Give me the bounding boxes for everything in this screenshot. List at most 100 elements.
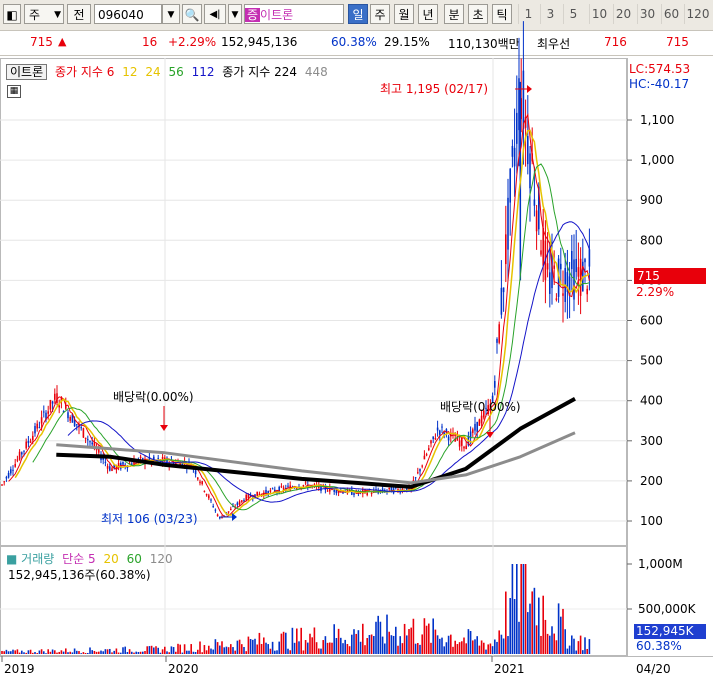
candle-body [256,491,258,496]
volume-bar [102,651,104,654]
candle-body [529,153,531,189]
volume-bar [47,649,49,654]
volume-bar [29,649,32,654]
candle-body [12,469,14,471]
candle-body [562,293,564,296]
volume-bar [223,647,225,654]
candle-body [84,437,87,440]
volume-bar [62,651,65,654]
candle-body [425,454,428,456]
volume-bar [430,642,432,654]
candle-body [533,199,536,206]
candle-body [80,427,82,429]
volume-bar [450,634,452,654]
y-tick-label: 1,100 [640,113,674,127]
volume-bar [445,642,448,654]
volume-bar [579,635,582,654]
volume-bar [73,648,76,654]
volume-bar [452,646,454,654]
volume-bar [568,645,571,654]
volume-bar [219,645,221,654]
candle-body [527,136,529,165]
volume-bar [38,650,41,654]
candle-body [1,484,3,486]
volume-bar [540,635,542,654]
volume-bar [144,651,146,654]
volume-bar [575,650,577,654]
volume-bar [447,635,450,654]
volume-bar [489,643,492,654]
candle-body [3,481,5,483]
volume-bar [373,636,375,654]
volume-bar [249,638,252,654]
candle-body [507,197,509,250]
y-tick-label: 600 [640,314,663,328]
volume-bar [458,642,461,654]
volume-bar [293,642,296,654]
volume-bar [117,652,120,654]
volume-bar [478,645,481,654]
volume-bar [353,629,355,654]
volume-bar [370,634,373,654]
volume-bar [586,648,588,654]
volume-bar [329,642,331,654]
vol-tick-label: 500,000K [638,602,697,616]
candle-body [496,338,498,343]
volume-bar [496,641,498,654]
grid-icon[interactable]: ▦ [7,85,21,98]
volume-bar [82,652,85,654]
candle-body [205,493,208,496]
candle-body [69,417,71,421]
dividend-arrow-1-head [160,425,168,431]
candle-body [417,472,419,474]
candle-body [7,472,10,478]
volume-bar [43,651,45,654]
volume-bar [414,643,417,654]
volume-bar [566,648,569,654]
volume-bar [562,608,564,654]
volume-bar [518,621,520,654]
volume-bar [573,638,575,654]
candle-body [216,514,219,517]
volume-bar [192,651,195,654]
legend-stock-name[interactable]: 이트론 [6,64,48,80]
volume-bar [256,644,258,654]
volume-bar [474,639,476,654]
volume-bar [531,591,533,654]
candle-body [208,495,210,499]
volume-bar [469,631,472,654]
volume-bar [359,641,362,654]
volume-bar [375,621,377,654]
candle-body [586,288,588,295]
volume-bar [498,630,500,654]
candle-body [571,250,573,270]
volume-bar [155,646,157,654]
volume-bar [467,629,470,654]
volume-bar [480,640,483,654]
dividend-annotation-1: 배당락(0.00%) [113,390,194,404]
volume-bar [280,633,283,654]
volume-bar [311,637,313,654]
candle-body [243,499,245,502]
volume-value: 152,945,136주(60.38%) [8,568,151,582]
volume-bar [564,629,566,654]
volume-bar [80,653,82,654]
legend-ma112: 112 [191,65,215,79]
candle-body [47,411,49,414]
volume-bar [542,595,544,654]
candle-body [540,250,542,255]
candle-body [575,258,577,273]
y-tick-label: 1,000 [640,153,674,167]
volume-bar [40,649,43,654]
volume-bar [557,603,560,654]
candle-body [447,436,450,441]
volume-bar [137,651,140,654]
volume-bar [551,626,553,654]
volume-bar [577,641,580,654]
volume-bar [232,647,234,654]
volume-bar [560,616,562,654]
candle-body [212,506,214,508]
volume-bar [307,642,309,654]
volume-bar [243,647,245,654]
volume-bar [302,650,305,654]
